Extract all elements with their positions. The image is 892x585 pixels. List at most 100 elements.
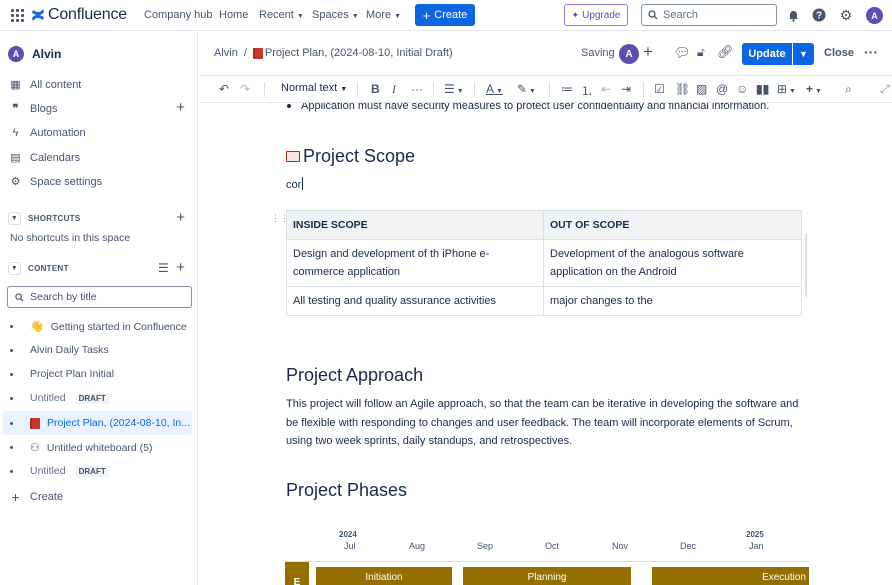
upgrade-button[interactable]: ✦ Upgrade [564,4,628,26]
sidebar-item-calendars[interactable]: ▤ Calendars [10,151,80,165]
close-button[interactable]: Close [824,47,854,59]
nav-recent[interactable]: Recent ▼ [259,9,304,21]
chevron-down-icon[interactable]: ▼ [8,212,21,225]
mention-icon[interactable]: @ [716,82,728,96]
editor-typed-text[interactable]: cor [286,177,303,191]
table-header-cell[interactable]: OUT OF SCOPE [543,210,802,240]
space-header[interactable]: A Alvin [8,46,61,62]
link-icon[interactable]: ⛓ [675,82,690,96]
table-cell[interactable]: Design and development of th iPhone e-co… [286,239,544,287]
table-cell[interactable]: major changes to the [543,286,802,316]
table-cell[interactable]: Development of the analogous software ap… [543,239,802,287]
sidebar-item-all-content[interactable]: ▦ All content [10,78,81,92]
nav-spaces[interactable]: Spaces ▼ [312,9,359,21]
copy-link-icon[interactable]: 🔗︎ [717,44,734,60]
image-icon[interactable]: ▨ [696,82,707,96]
text-color-icon[interactable]: A ▼ [486,82,503,96]
project-approach-paragraph[interactable]: This project will follow an Agile approa… [286,395,806,451]
confluence-logo[interactable]: Confluence [31,6,127,24]
phase-bar-planning[interactable]: Planning [463,567,631,585]
table-icon[interactable]: ⊞ ▼ [777,82,796,96]
bullet-dot [10,421,13,425]
highlight-icon[interactable]: ✎ ▼ [517,82,536,96]
undo-icon[interactable]: ↶ [219,82,229,96]
search-by-title-input[interactable]: Search by title [7,286,192,308]
tree-item-project-plan-current[interactable]: Project Plan, (2024-08-10, In... [10,417,190,429]
search-input[interactable]: Search [641,4,777,26]
project-phases-heading[interactable]: Project Phases [286,480,407,501]
outdent-icon[interactable]: ⇤ [601,82,611,96]
update-options-chevron-icon[interactable]: ▼ [793,43,814,65]
layout-columns-icon[interactable]: ▮▮ [756,82,769,96]
sidebar-item-space-settings[interactable]: ⚙ Space settings [10,175,103,189]
table-header-cell[interactable]: INSIDE SCOPE [286,210,544,240]
timeline-year: 2025 [746,530,764,539]
notifications-icon[interactable] [785,7,801,23]
collapse-toolbar-icon[interactable]: ⤢ [880,82,890,97]
breadcrumb-space[interactable]: Alvin [214,47,238,59]
tree-item-label: Getting started in Confluence [50,320,187,333]
sidebar-item-label: Space settings [30,175,103,188]
alignment-icon[interactable]: ☰ ▼ [444,82,464,96]
add-content-plus-icon[interactable]: + [176,259,185,276]
sidebar-item-blogs[interactable]: ❞ Blogs [10,102,58,116]
sidebar-item-automation[interactable]: ϟ Automation [10,127,86,139]
profile-avatar[interactable]: A [866,7,883,24]
find-replace-search-icon[interactable]: ⌕ [845,82,852,97]
tree-item-alvin-daily-tasks[interactable]: Alvin Daily Tasks [10,344,109,356]
bullet-list-icon[interactable]: ≔ [561,82,573,96]
nav-company-hub[interactable]: Company hub [144,9,213,21]
more-actions-icon[interactable]: ··· [864,44,878,60]
tree-item-untitled-draft-2[interactable]: Untitled DRAFT [10,465,109,477]
insert-plus-icon[interactable]: + ▼ [806,82,822,96]
invite-plus-icon[interactable]: + [643,42,653,62]
phase-bar-initiation[interactable]: Initiation [316,567,452,585]
all-content-icon: ▦ [10,79,21,91]
shortcuts-section-header[interactable]: ▼ SHORTCUTS [8,212,80,225]
list-item[interactable]: Application must have security measures … [287,103,769,112]
bold-icon[interactable]: B [371,82,380,96]
gear-icon: ⚙ [10,176,21,188]
comment-icon[interactable]: 💬︎ [674,45,691,61]
breadcrumb-page[interactable]: Project Plan, (2024-08-10, Initial Draft… [252,47,453,59]
table-scrollbar[interactable] [805,233,807,297]
italic-icon[interactable]: I [392,82,396,97]
space-avatar: A [8,46,24,62]
tree-item-untitled-whiteboard[interactable]: ⚇ Untitled whiteboard (5) [10,441,153,454]
chevron-down-icon[interactable]: ▼ [8,262,21,275]
text-style-dropdown[interactable]: Normal text ▼ [281,82,347,94]
tree-item-untitled-draft[interactable]: Untitled DRAFT [10,392,109,404]
content-section-header[interactable]: ▼ CONTENT [8,262,69,275]
timeline-month: Sep [477,541,494,551]
chevron-down-icon: ▼ [340,86,348,93]
project-scope-heading[interactable]: Project Scope [286,146,415,167]
numbered-list-icon[interactable]: ⒈ [581,82,593,99]
table-cell[interactable]: All testing and quality assurance activi… [286,286,544,316]
add-blog-plus-icon[interactable]: + [176,99,185,116]
settings-gear-icon[interactable]: ⚙ [838,7,854,23]
toolbar-divider [549,82,550,97]
sidebar-create-button[interactable]: + Create [10,489,63,505]
task-checkbox-icon[interactable]: ☑ [654,82,665,96]
nav-home[interactable]: Home [219,9,248,21]
create-button[interactable]: + Create [415,4,475,26]
more-formatting-icon[interactable]: ··· [411,82,423,96]
restrictions-lock-icon[interactable]: 🔓︎ [697,45,705,60]
redo-icon[interactable]: ↷ [240,82,250,96]
collaborator-avatar[interactable]: A [619,44,639,64]
tree-item-project-plan-initial[interactable]: Project Plan Initial [10,368,114,380]
help-icon[interactable]: ? [811,7,827,23]
app-switcher-icon[interactable] [11,9,24,22]
update-button[interactable]: Update [742,43,792,65]
indent-icon[interactable]: ⇥ [621,82,631,96]
chevron-down-icon: ▼ [351,13,359,20]
nav-more[interactable]: More ▼ [366,9,401,21]
tree-item-getting-started[interactable]: 👋 Getting started in Confluence [10,320,187,333]
add-shortcut-plus-icon[interactable]: + [176,209,185,226]
phase-bar-execution[interactable]: Execution [652,567,809,585]
phases-timeline[interactable]: 2024 2025 Jul Aug Sep Oct Nov Dec Jan E … [285,528,809,585]
emoji-icon[interactable]: ☺ [736,82,748,96]
filter-icon[interactable]: ☰ [158,261,169,275]
scope-table[interactable]: INSIDE SCOPE OUT OF SCOPE Design and dev… [286,210,802,316]
project-approach-heading[interactable]: Project Approach [286,365,423,386]
